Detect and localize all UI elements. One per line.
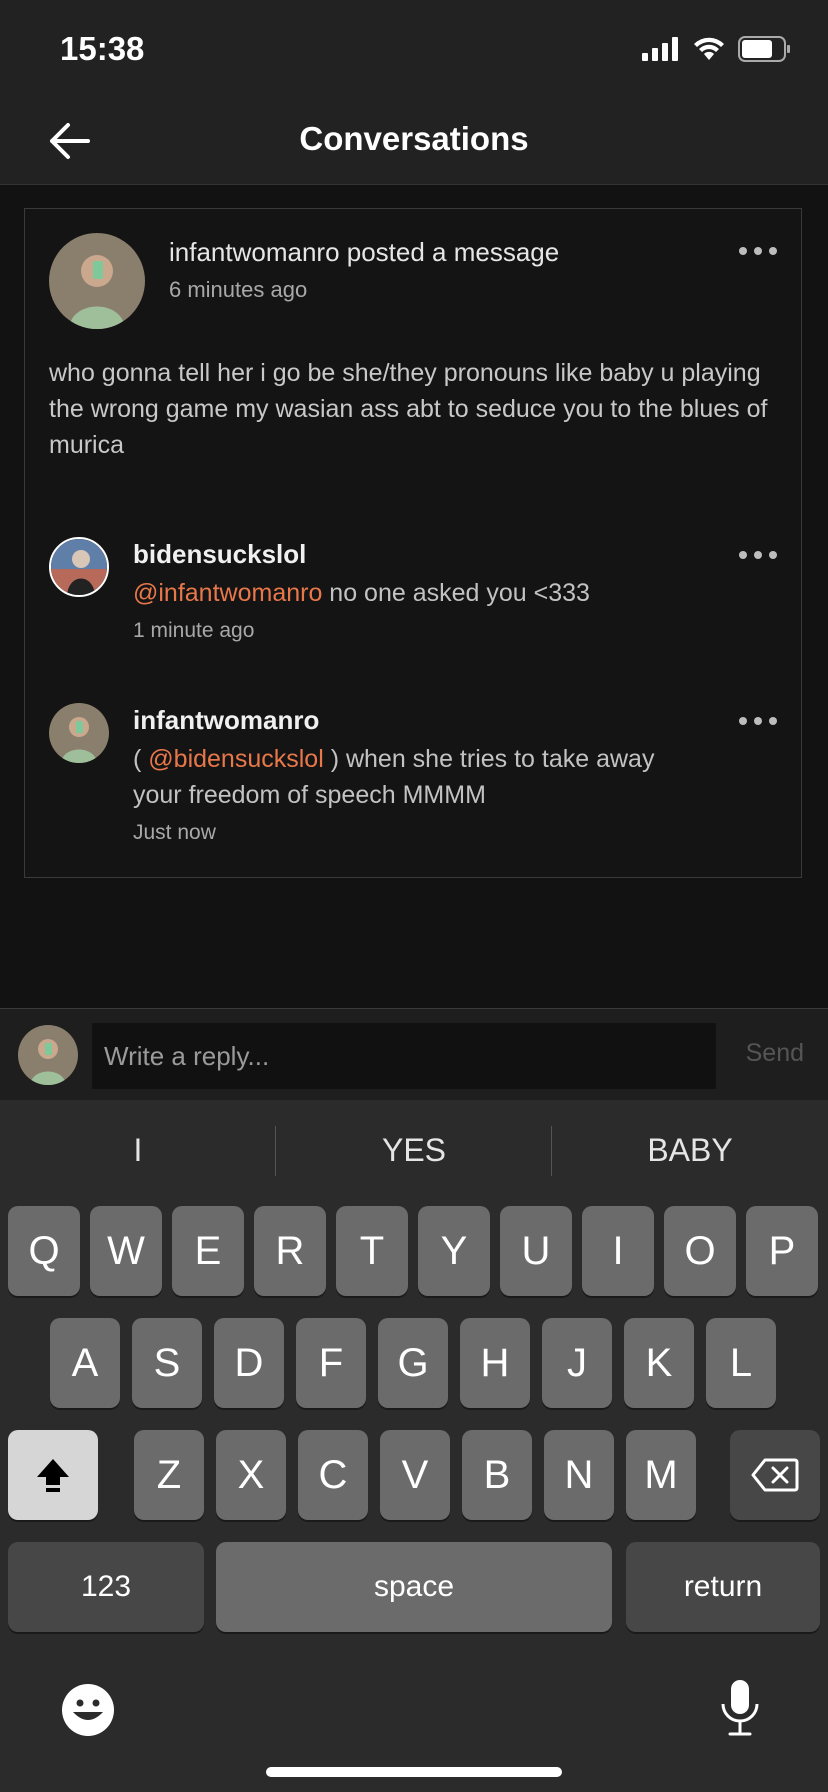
key-d[interactable]: D [214, 1318, 284, 1408]
status-bar: 15:38 [0, 0, 828, 96]
comment-author[interactable]: infantwomanro [133, 705, 319, 736]
space-key[interactable]: space [216, 1542, 612, 1632]
key-y[interactable]: Y [418, 1206, 490, 1296]
reply-input[interactable] [92, 1023, 716, 1089]
key-x[interactable]: X [216, 1430, 286, 1520]
comment-text: ( @bidensuckslol ) when she tries to tak… [133, 741, 693, 813]
key-h[interactable]: H [460, 1318, 530, 1408]
emoji-icon[interactable] [60, 1682, 116, 1738]
post-body: who gonna tell her i go be she/they pron… [49, 359, 768, 459]
key-g[interactable]: G [378, 1318, 448, 1408]
key-t[interactable]: T [336, 1206, 408, 1296]
key-b[interactable]: B [462, 1430, 532, 1520]
avatar[interactable] [49, 537, 109, 597]
avatar[interactable] [49, 703, 109, 763]
return-key[interactable]: return [626, 1542, 820, 1632]
key-l[interactable]: L [706, 1318, 776, 1408]
comment-timestamp: Just now [133, 821, 216, 844]
key-c[interactable]: C [298, 1430, 368, 1520]
conversation-card: infantwomanro posted a message 6 minutes… [24, 208, 802, 878]
send-button[interactable]: Send [746, 1039, 804, 1068]
more-icon[interactable] [739, 715, 779, 727]
shift-key[interactable] [8, 1430, 98, 1520]
mention-link[interactable]: @infantwomanro [133, 579, 322, 607]
key-i[interactable]: I [582, 1206, 654, 1296]
more-icon[interactable] [739, 549, 779, 561]
page-title: Conversations [299, 120, 529, 157]
key-z[interactable]: Z [134, 1430, 204, 1520]
delete-icon [751, 1458, 799, 1492]
comment-text: @infantwomanro no one asked you <333 [133, 575, 693, 611]
post-timestamp: 6 minutes ago [169, 277, 308, 302]
key-o[interactable]: O [664, 1206, 736, 1296]
key-j[interactable]: J [542, 1318, 612, 1408]
avatar[interactable] [49, 233, 145, 329]
battery-icon [738, 36, 790, 62]
suggestion-item[interactable]: I [0, 1100, 276, 1200]
mention-link[interactable]: @bidensuckslol [148, 745, 323, 773]
key-w[interactable]: W [90, 1206, 162, 1296]
key-m[interactable]: M [626, 1430, 696, 1520]
key-f[interactable]: F [296, 1318, 366, 1408]
avatar [18, 1025, 78, 1085]
suggestion-item[interactable]: BABY [552, 1100, 828, 1200]
comment-prefix: ( [133, 745, 149, 773]
status-time: 15:38 [60, 30, 145, 67]
status-icons [642, 36, 792, 62]
shift-icon [37, 1459, 69, 1492]
suggestion-item[interactable]: YES [276, 1100, 552, 1200]
delete-key[interactable] [730, 1430, 820, 1520]
key-v[interactable]: V [380, 1430, 450, 1520]
nav-bar: Conversations [0, 96, 828, 185]
microphone-icon[interactable] [718, 1678, 762, 1738]
key-q[interactable]: Q [8, 1206, 80, 1296]
key-n[interactable]: N [544, 1430, 614, 1520]
key-e[interactable]: E [172, 1206, 244, 1296]
key-a[interactable]: A [50, 1318, 120, 1408]
signal-icon [642, 37, 678, 61]
more-icon[interactable] [739, 245, 779, 257]
comment-body: no one asked you <333 [322, 579, 590, 607]
comment-timestamp: 1 minute ago [133, 619, 255, 642]
key-u[interactable]: U [500, 1206, 572, 1296]
home-indicator [266, 1767, 562, 1777]
comment-author[interactable]: bidensuckslol [133, 539, 306, 570]
numbers-key[interactable]: 123 [8, 1542, 204, 1632]
key-r[interactable]: R [254, 1206, 326, 1296]
key-p[interactable]: P [746, 1206, 818, 1296]
wifi-icon [694, 37, 724, 60]
keyboard: I YES BABY Q W E R T Y U I O P A S D F G… [0, 1100, 828, 1792]
post-title: infantwomanro posted a message [169, 237, 560, 267]
key-s[interactable]: S [132, 1318, 202, 1408]
key-k[interactable]: K [624, 1318, 694, 1408]
reply-bar: Send [0, 1008, 828, 1101]
